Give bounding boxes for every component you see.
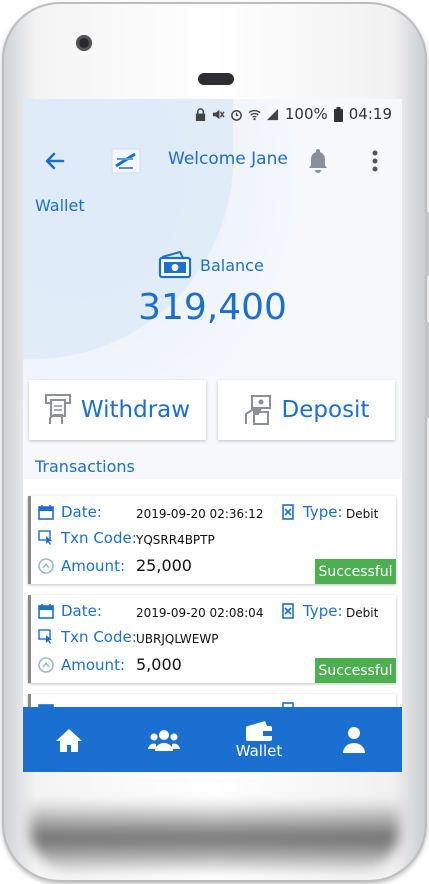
type-value: Debit <box>346 606 379 620</box>
signal-icon <box>266 108 278 120</box>
battery-icon <box>333 106 343 122</box>
home-icon <box>56 728 82 752</box>
transaction-card[interactable]: Date: 2019-09-20 02:08:04 Type: Debit Tx… <box>28 595 396 683</box>
amount-label: Amount: <box>61 557 125 575</box>
txn-code-label: Txn Code: <box>61 529 137 547</box>
lock-icon <box>195 107 206 121</box>
balance-header: Balance <box>158 251 264 279</box>
nav-home[interactable] <box>31 707 107 772</box>
type-label: Type: <box>303 602 343 620</box>
notification-bell-icon[interactable] <box>306 147 330 173</box>
calendar-icon <box>38 604 54 619</box>
phone-bottom-shadow <box>30 800 399 870</box>
mute-icon <box>212 109 225 119</box>
tap-icon <box>38 629 52 644</box>
txn-code-value: YQSRR4BPTP <box>136 533 215 547</box>
page-title: Wallet <box>35 196 85 215</box>
status-badge: Successful <box>315 658 396 683</box>
deposit-label: Deposit <box>281 397 370 423</box>
date-value: 2019-09-20 02:08:04 <box>136 606 264 620</box>
calendar-icon <box>38 505 54 520</box>
txn-code-label: Txn Code: <box>61 628 137 646</box>
wifi-icon <box>248 109 261 120</box>
nav-users[interactable] <box>126 707 202 772</box>
balance-value: 319,400 <box>138 287 287 328</box>
atm-withdraw-icon <box>44 394 71 424</box>
clock: 04:19 <box>348 105 392 123</box>
power-button <box>425 322 429 418</box>
nav-wallet-label: Wallet <box>235 741 283 760</box>
back-arrow-icon[interactable] <box>43 149 67 173</box>
deposit-icon <box>244 395 271 425</box>
wallet-icon <box>246 720 272 741</box>
tap-icon <box>38 530 52 545</box>
type-icon <box>282 504 294 520</box>
battery-percentage: 100% <box>284 105 328 123</box>
type-value: Debit <box>346 507 379 521</box>
txn-code-value: UBRJQLWEWP <box>136 632 219 646</box>
withdraw-label: Withdraw <box>80 397 191 423</box>
amount-value: 25,000 <box>136 556 192 575</box>
status-badge: Successful <box>315 559 396 584</box>
date-value: 2019-09-20 02:36:12 <box>136 507 264 521</box>
users-icon <box>148 729 180 751</box>
app-screen: 100% 04:19 Welcome Jane Wallet Balance 3… <box>23 99 402 772</box>
earpiece-speaker <box>198 73 234 85</box>
alarm-icon <box>230 109 242 121</box>
status-bar: 100% 04:19 <box>23 99 402 129</box>
coin-icon <box>38 558 54 574</box>
bottom-navigation: Wallet <box>23 707 402 772</box>
app-logo-icon <box>111 148 141 174</box>
date-label: Date: <box>61 503 102 521</box>
nav-wallet[interactable]: Wallet <box>221 707 297 772</box>
deposit-button[interactable]: Deposit <box>218 380 395 440</box>
transactions-title: Transactions <box>35 457 135 476</box>
withdraw-button[interactable]: Withdraw <box>29 380 206 440</box>
welcome-text: Welcome Jane <box>168 149 288 169</box>
amount-value: 5,000 <box>136 655 182 674</box>
type-label: Type: <box>303 503 343 521</box>
amount-label: Amount: <box>61 656 125 674</box>
balance-label: Balance <box>200 255 264 275</box>
profile-icon <box>343 726 365 753</box>
app-bar: Welcome Jane <box>23 139 402 183</box>
transaction-card[interactable]: Date: 2019-09-20 02:36:12 Type: Debit Tx… <box>28 496 396 584</box>
volume-button <box>425 212 429 276</box>
coin-icon <box>38 657 54 673</box>
money-icon <box>158 251 192 279</box>
type-icon <box>282 603 294 619</box>
more-options-icon[interactable] <box>371 149 379 173</box>
nav-profile[interactable] <box>316 707 392 772</box>
date-label: Date: <box>61 602 102 620</box>
front-camera <box>76 35 92 51</box>
